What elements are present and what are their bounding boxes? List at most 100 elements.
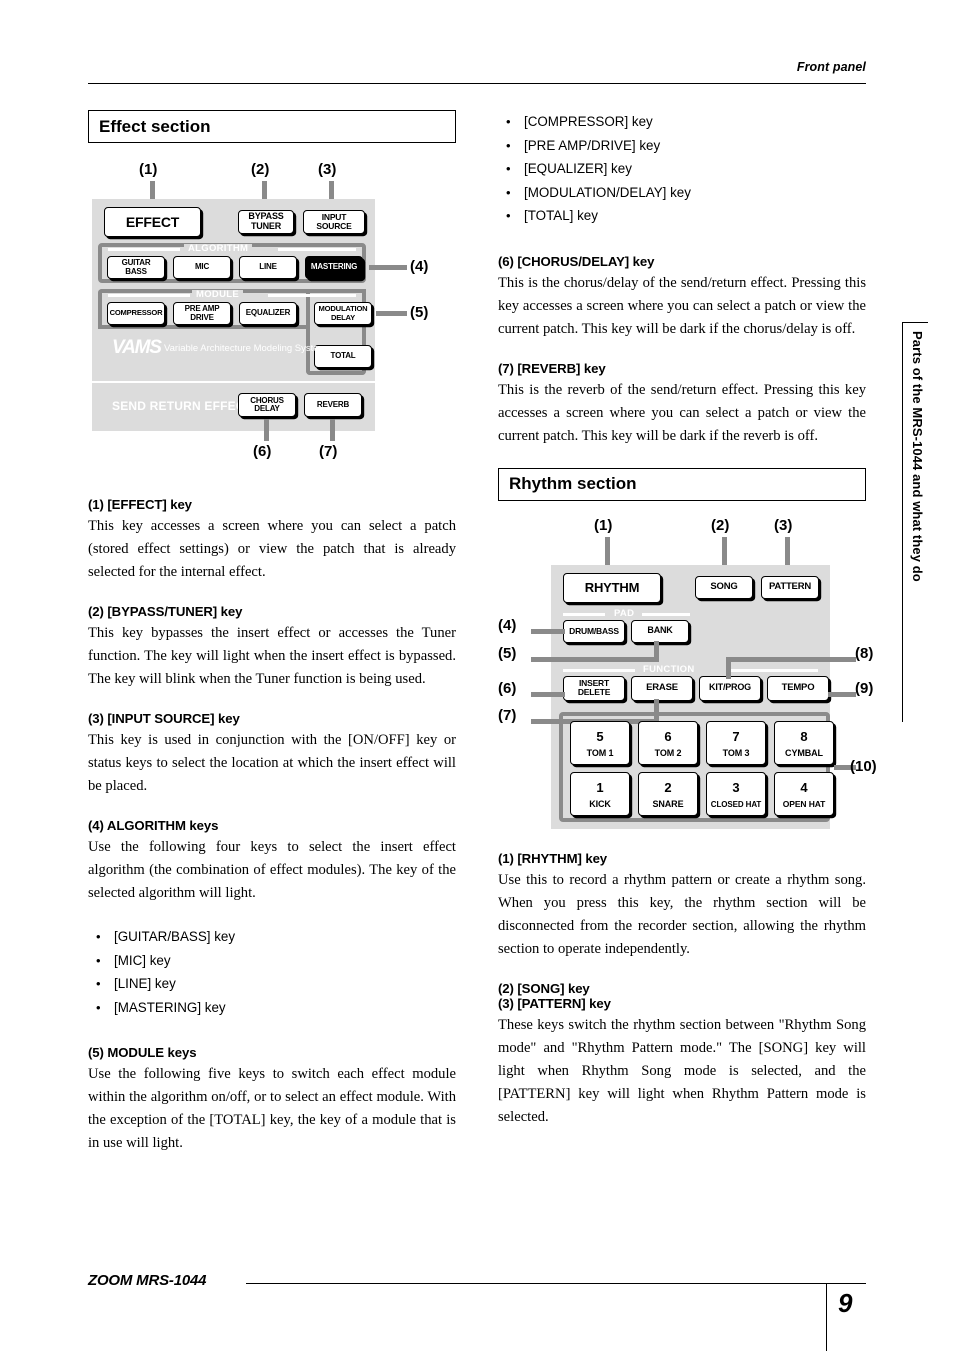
header-divider (88, 83, 866, 84)
rhythm-panel-diagram: (1) (2) (3) RHYTHM SONG PATTERN PAD DRUM… (498, 516, 877, 847)
right-column: [COMPRESSOR] key [PRE AMP/DRIVE] key [EQ… (498, 110, 877, 1129)
callout-rhythm-7: (7) (498, 706, 517, 724)
tempo-key[interactable]: TEMPO (767, 675, 829, 701)
pad-3[interactable]: 3 CLOSED HAT (706, 771, 766, 816)
callout-effect-5: (5) (410, 304, 429, 321)
callout-effect-7: (7) (319, 443, 338, 460)
effect-panel-diagram: (1) (2) (3) EFFECT BYPASS TUNER INPUT SO… (88, 161, 456, 491)
module-rule-right (268, 294, 356, 297)
rhythm-item-1-body: Use this to record a rhythm pattern or c… (498, 871, 866, 957)
callout-effect-3: (3) (318, 161, 337, 178)
rhythm-section-heading: Rhythm section (498, 467, 866, 501)
leader-rhythm-8-v (726, 656, 731, 679)
effect-item-6-body: This is the chorus/delay of the send/ret… (498, 274, 866, 337)
song-key[interactable]: SONG (695, 575, 753, 599)
pattern-key[interactable]: PATTERN (761, 575, 819, 599)
page-number: 9 (838, 1288, 853, 1318)
rhythm-item-2-body: These keys switch the rhythm section bet… (498, 1016, 866, 1125)
footer-brand: ZOOM MRS-1044 (88, 1272, 207, 1289)
pad-7[interactable]: 7 TOM 3 (706, 720, 766, 765)
algorithm-key-guitar-bass[interactable]: GUITAR BASS (107, 256, 165, 279)
pad-2[interactable]: 2 SNARE (638, 771, 698, 816)
pad-label: CLOSED HAT (710, 799, 762, 809)
pad-5[interactable]: 5 TOM 1 (570, 720, 630, 765)
pad-1[interactable]: 1 KICK (570, 771, 630, 816)
effect-item-6-heading: (6) [CHORUS/DELAY] key (498, 253, 655, 269)
algorithm-group-label: ALGORITHM (184, 244, 253, 254)
effect-item-4-body: Use the following four keys to select th… (88, 839, 456, 901)
input-source-key[interactable]: INPUT SOURCE (303, 210, 365, 234)
module-key-pre-amp-drive[interactable]: PRE AMP DRIVE (173, 302, 231, 325)
list-item: [MODULATION/DELAY] key (498, 181, 866, 205)
callout-rhythm-6: (6) (498, 679, 517, 697)
module-key-equalizer[interactable]: EQUALIZER (239, 302, 297, 325)
bypass-tuner-key[interactable]: BYPASS TUNER (238, 210, 294, 234)
algorithm-key-mic[interactable]: MIC (173, 256, 231, 279)
bank-key[interactable]: BANK (631, 619, 689, 643)
pad-number: 3 (732, 779, 740, 795)
module-key-list: [COMPRESSOR] key [PRE AMP/DRIVE] key [EQ… (498, 110, 866, 228)
callout-rhythm-2: (2) (711, 516, 730, 534)
erase-key[interactable]: ERASE (631, 675, 693, 701)
list-item: [MIC] key (88, 949, 456, 973)
effect-item-7-body: This is the reverb of the send/return ef… (498, 381, 866, 444)
list-item: [LINE] key (88, 972, 456, 996)
function-group-label: FUNCTION (639, 664, 699, 674)
pad-number: 5 (596, 728, 604, 744)
module-key-modulation-delay[interactable]: MODULATION DELAY (314, 302, 372, 325)
reverb-key[interactable]: REVERB (304, 393, 362, 417)
callout-effect-1: (1) (139, 161, 158, 178)
pad-label: OPEN HAT (782, 798, 826, 809)
list-item: [TOTAL] key (498, 204, 866, 228)
rhythm-item-1-heading: (1) [RHYTHM] key (498, 850, 608, 866)
effect-item-4-heading: (4) ALGORITHM keys (88, 818, 219, 833)
effect-key[interactable]: EFFECT (104, 207, 201, 237)
vams-logo: VAMS (112, 337, 162, 358)
kit-prog-key[interactable]: KIT/PROG (699, 675, 761, 701)
pad-number: 8 (800, 728, 808, 744)
algorithm-rule-right (278, 248, 356, 251)
drum-bass-key[interactable]: DRUM/BASS (563, 619, 625, 643)
algorithm-key-line[interactable]: LINE (239, 256, 297, 279)
rhythm-item-3-heading: (3) [PATTERN] key (498, 995, 611, 1011)
insert-delete-key[interactable]: INSERT DELETE (563, 675, 625, 701)
leader-effect-6 (264, 419, 269, 441)
pad-label: KICK (589, 798, 611, 809)
list-item: [COMPRESSOR] key (498, 110, 866, 134)
list-item: [PRE AMP/DRIVE] key (498, 134, 866, 158)
algorithm-key-list: [GUITAR/BASS] key [MIC] key [LINE] key [… (88, 925, 456, 1019)
rhythm-key[interactable]: RHYTHM (563, 572, 661, 603)
effect-item-1-body: This key accesses a screen where you can… (88, 518, 456, 580)
list-item: [GUITAR/BASS] key (88, 925, 456, 949)
side-tab: Parts of the MRS-1044 and what they do (902, 322, 928, 722)
pad-6[interactable]: 6 TOM 2 (638, 720, 698, 765)
leader-rhythm-4 (531, 628, 565, 634)
pad-label: CYMBAL (785, 747, 823, 758)
callout-rhythm-5: (5) (498, 644, 517, 662)
callout-rhythm-3: (3) (774, 516, 793, 534)
list-item: [MASTERING] key (88, 996, 456, 1020)
pad-label: SNARE (652, 798, 684, 809)
effect-item-3-body: This key is used in conjunction with the… (88, 732, 456, 794)
page-header-title: Front panel (796, 60, 866, 74)
chorus-delay-key[interactable]: CHORUS DELAY (238, 393, 296, 417)
function-rule-right (726, 668, 818, 672)
pad-4[interactable]: 4 OPEN HAT (774, 771, 834, 816)
send-return-effect-label: SEND RETURN EFFECT (112, 399, 253, 413)
side-tab-label: Parts of the MRS-1044 and what they do (909, 331, 925, 582)
pad-8[interactable]: 8 CYMBAL (774, 720, 834, 765)
effect-section-heading: Effect section (88, 110, 456, 143)
leader-effect-5 (376, 311, 407, 316)
callout-rhythm-10: (10) (850, 757, 877, 775)
module-group-label: MODULE (192, 290, 243, 300)
callout-rhythm-4: (4) (498, 616, 517, 634)
pad-number: 1 (596, 779, 604, 795)
algorithm-key-mastering[interactable]: MASTERING (305, 256, 363, 279)
pad-label: TOM 3 (722, 747, 750, 758)
module-key-compressor[interactable]: COMPRESSOR (107, 302, 165, 325)
leader-rhythm-9 (828, 691, 856, 697)
leader-rhythm-5-v (654, 640, 659, 661)
effect-item-2-heading: (2) [BYPASS/TUNER] key (88, 604, 243, 619)
